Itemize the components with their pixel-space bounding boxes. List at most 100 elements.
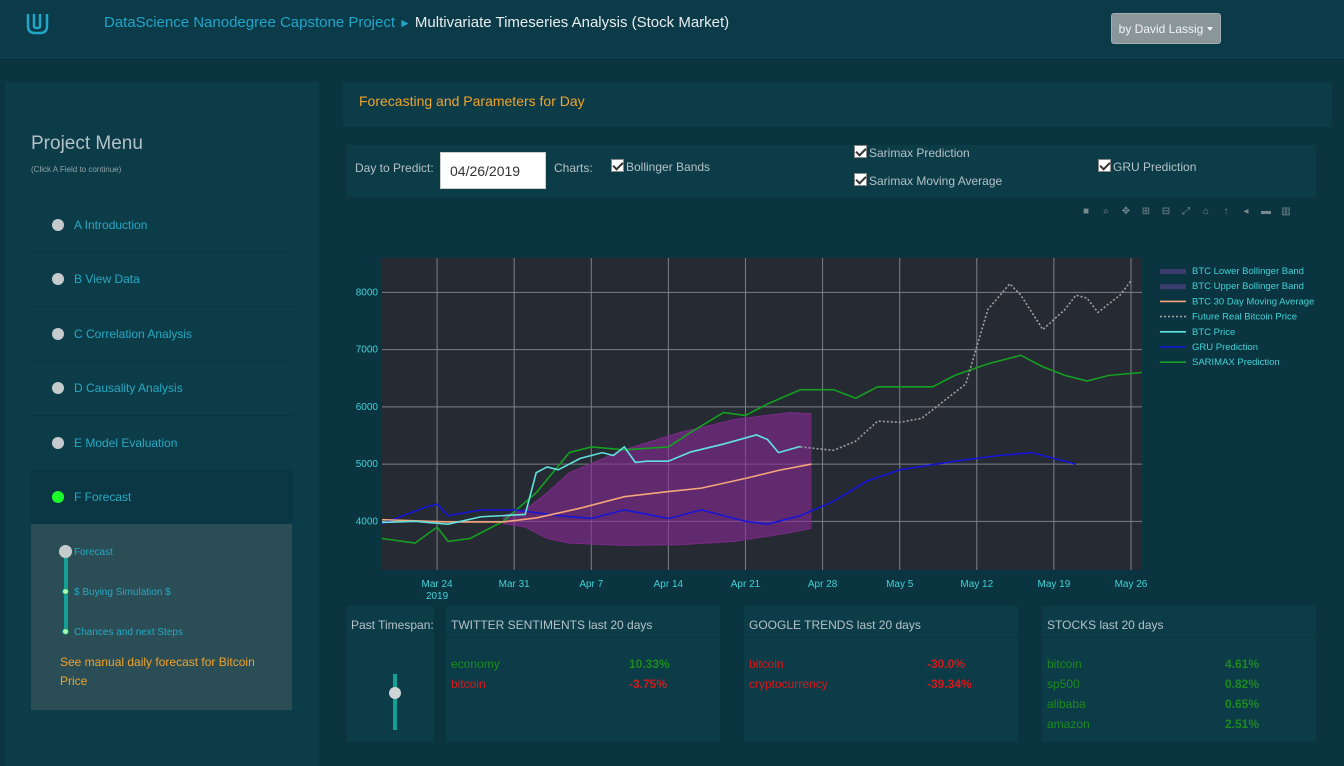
legend-label: BTC 30 Day Moving Average <box>1192 296 1314 307</box>
breadcrumb: DataScience Nanodegree Capstone Project ►… <box>104 14 729 31</box>
bullet-icon <box>52 436 64 449</box>
row-key: cryptocurrency <box>749 677 828 691</box>
day-to-predict-label: Day to Predict: <box>355 161 434 175</box>
subsection-chances-next-steps[interactable]: Chances and next Steps <box>74 627 183 638</box>
timespan-slider-handle[interactable] <box>389 687 401 699</box>
legend-label: GRU Prediction <box>1192 342 1258 353</box>
active-bullet-icon <box>52 491 64 504</box>
top-navbar: DataScience Nanodegree Capstone Project ►… <box>0 0 1344 58</box>
past-timespan-label: Past Timespan: <box>351 618 434 632</box>
sidebar-item-label: E Model Evaluation <box>74 435 178 450</box>
x-tick-label: Apr 7 <box>579 579 603 590</box>
zoom-out-icon[interactable]: ⊟ <box>1160 206 1172 218</box>
row-value: -3.75% <box>629 677 668 691</box>
timespan-slider-track[interactable] <box>393 674 397 730</box>
checkbox-checked-icon[interactable] <box>854 145 867 158</box>
forecast-chart[interactable]: Mar 242019 Mar 31 Apr 7 Apr 14 Apr 21 Apr 28 M… <box>347 240 1322 600</box>
autoscale-icon[interactable]: ⤢ <box>1180 206 1192 218</box>
x-tick-label: Apr 21 <box>731 579 761 590</box>
camera-icon[interactable]: ■ <box>1080 206 1092 218</box>
row-value: -30.0% <box>927 657 966 671</box>
checkbox-checked-icon[interactable] <box>854 173 867 186</box>
row-key: sp500 <box>1047 677 1080 691</box>
x-tick-label: May 19 <box>1037 579 1070 590</box>
x-tick-label: 2019 <box>426 591 449 600</box>
gru-label: GRU Prediction <box>1113 160 1197 174</box>
charts-label: Charts: <box>554 161 593 175</box>
bollinger-label: Bollinger Bands <box>626 160 711 174</box>
manual-forecast-link[interactable]: See manual daily forecast for Bitcoin Pr… <box>60 653 270 691</box>
sarimax-checkbox-row[interactable]: Sarimax Prediction <box>854 145 970 160</box>
y-tick-label: 4000 <box>356 516 379 527</box>
sidebar-item-label: A Introduction <box>74 217 148 232</box>
breadcrumb-project-link[interactable]: DataScience Nanodegree Capstone Project <box>104 14 395 31</box>
bullet-icon <box>52 382 64 395</box>
sidebar-item-view-data[interactable]: B View Data <box>31 253 293 307</box>
project-menu-sidebar: Project Menu (Click A Field to continue)… <box>5 82 319 766</box>
bullet-icon <box>52 327 64 340</box>
plotly-logo-icon[interactable]: ▥ <box>1280 206 1292 218</box>
chart-modebar: ■ ⌕ ✥ ⊞ ⊟ ⤢ ⌂ ↑ ◂ ▬ ▥ <box>1080 206 1292 218</box>
sidebar-item-label: B View Data <box>74 272 140 287</box>
x-tick-label: Mar 24 <box>422 579 454 590</box>
forecast-controls: Day to Predict: 04/26/2019 Charts: Bolli… <box>347 145 1316 197</box>
zoom-icon[interactable]: ⌕ <box>1100 206 1112 218</box>
zoom-in-icon[interactable]: ⊞ <box>1140 206 1152 218</box>
google-title: GOOGLE TRENDS last 20 days <box>749 618 921 632</box>
breadcrumb-arrow-icon: ► <box>399 16 411 30</box>
checkbox-checked-icon[interactable] <box>611 159 624 172</box>
main-section-title: Forecasting and Parameters for Day <box>359 93 585 109</box>
main-section-header: Forecasting and Parameters for Day <box>343 82 1332 127</box>
breadcrumb-current: Multivariate Timeseries Analysis (Stock … <box>414 14 730 31</box>
hover-compare-icon[interactable]: ▬ <box>1260 206 1272 218</box>
bullet-icon <box>52 218 64 231</box>
spike-lines-icon[interactable]: ↑ <box>1220 206 1232 218</box>
sidebar-title: Project Menu <box>31 133 143 154</box>
sidebar-item-introduction[interactable]: A Introduction <box>31 198 293 253</box>
sidebar-menu: A Introduction B View Data C Correlation… <box>31 198 293 525</box>
gru-checkbox-row[interactable]: GRU Prediction <box>1098 159 1196 174</box>
row-key: alibaba <box>1047 697 1086 711</box>
sarimax-ma-label: Sarimax Moving Average <box>869 174 1003 188</box>
sidebar-item-label: D Causality Analysis <box>74 381 183 396</box>
legend-label: BTC Upper Bollinger Band <box>1192 281 1304 292</box>
twitter-panel: TWITTER SENTIMENTS last 20 days economy 1… <box>446 606 720 742</box>
subsection-buying-simulation[interactable]: $ Buying Simulation $ <box>74 587 171 598</box>
subsection-forecast[interactable]: Forecast <box>74 547 113 558</box>
home-icon[interactable]: ⌂ <box>1200 206 1212 218</box>
row-key: bitcoin <box>1047 657 1082 671</box>
sarimax-ma-checkbox-row[interactable]: Sarimax Moving Average <box>854 173 1002 188</box>
row-value: 10.33% <box>629 657 670 671</box>
row-value: 4.61% <box>1225 657 1260 671</box>
row-value: -39.34% <box>927 677 972 691</box>
sidebar-item-correlation[interactable]: C Correlation Analysis <box>31 307 293 362</box>
x-tick-label: May 5 <box>886 579 914 590</box>
legend-label: SARIMAX Prediction <box>1192 357 1280 368</box>
row-key: bitcoin <box>451 677 486 691</box>
user-dropdown-button[interactable]: by David Lassig <box>1111 13 1221 44</box>
row-value: 0.65% <box>1225 697 1260 711</box>
sidebar-item-causality[interactable]: D Causality Analysis <box>31 362 293 416</box>
x-tick-label: May 26 <box>1115 579 1148 590</box>
sidebar-item-forecast[interactable]: F Forecast <box>31 470 293 525</box>
stocks-panel: STOCKS last 20 days bitcoin 4.61% sp500 0.8… <box>1042 606 1316 742</box>
udacity-logo-icon[interactable] <box>24 12 50 36</box>
past-timespan-panel: Past Timespan: <box>347 606 434 742</box>
sidebar-item-model-evaluation[interactable]: E Model Evaluation <box>31 416 293 471</box>
timeline-dot-icon <box>62 628 69 635</box>
user-dropdown-label: by David Lassig <box>1118 21 1204 36</box>
row-value: 0.82% <box>1225 677 1260 691</box>
checkbox-checked-icon[interactable] <box>1098 159 1111 172</box>
x-tick-label: May 12 <box>960 579 993 590</box>
bollinger-checkbox-row[interactable]: Bollinger Bands <box>611 159 710 174</box>
legend-label: BTC Price <box>1192 327 1235 338</box>
x-tick-label: Apr 14 <box>654 579 684 590</box>
row-key: amazon <box>1047 717 1090 731</box>
pan-icon[interactable]: ✥ <box>1120 206 1132 218</box>
caret-down-icon <box>1207 26 1214 31</box>
legend-label: Future Real Bitcoin Price <box>1192 312 1297 323</box>
bullet-icon <box>52 273 64 286</box>
row-key: economy <box>451 657 500 671</box>
hover-closest-icon[interactable]: ◂ <box>1240 206 1252 218</box>
date-input[interactable]: 04/26/2019 <box>440 152 546 189</box>
